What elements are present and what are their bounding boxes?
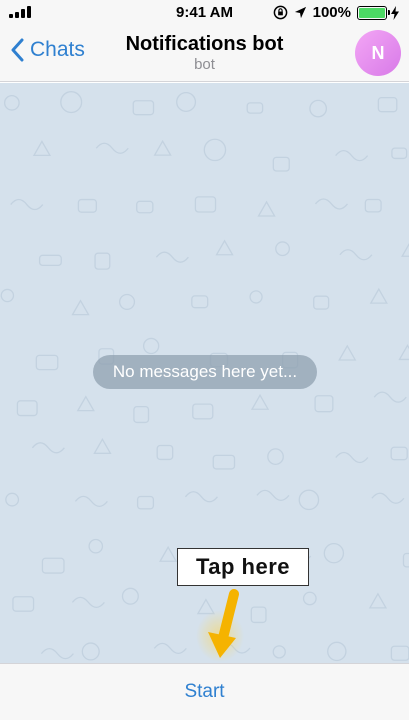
wallpaper-doodle [41, 557, 65, 574]
wallpaper-doodle [88, 538, 104, 554]
page-title: Notifications bot [125, 33, 284, 55]
rotation-lock-icon [273, 5, 287, 20]
wallpaper-doodle [31, 442, 65, 454]
wallpaper-doodle [402, 552, 409, 568]
wallpaper-doodle [184, 491, 218, 503]
wallpaper-doodle [298, 489, 320, 511]
wallpaper-doodle [391, 147, 408, 160]
empty-chat-placeholder: No messages here yet... [93, 355, 317, 389]
wallpaper-doodle [192, 403, 214, 420]
wallpaper-doodle [275, 241, 290, 257]
wallpaper-doodle [38, 254, 62, 267]
wallpaper-doodle [314, 395, 334, 413]
wallpaper-doodle [0, 288, 15, 303]
back-button[interactable]: Chats [10, 38, 85, 62]
wallpaper-doodle [267, 448, 284, 465]
nav-bar: Chats Notifications bot bot N [0, 26, 409, 82]
wallpaper-doodle [95, 142, 129, 154]
wallpaper-doodle [327, 641, 347, 662]
charging-bolt-icon [391, 5, 399, 20]
back-label: Chats [30, 38, 85, 61]
wallpaper-doodle [10, 198, 44, 211]
wallpaper-doodle [203, 138, 227, 162]
start-button[interactable]: Start [0, 664, 409, 720]
wallpaper-doodle [16, 400, 38, 417]
wallpaper-doodle [249, 290, 263, 304]
chat-header[interactable]: Notifications bot bot [80, 32, 329, 74]
wallpaper-doodle [313, 295, 330, 310]
wallpaper-doodle [118, 293, 136, 310]
wallpaper-doodle [272, 156, 290, 172]
wallpaper-doodle [74, 495, 108, 508]
wallpaper-doodle [176, 91, 197, 112]
wallpaper-doodle [40, 647, 74, 660]
wallpaper-doodle [12, 596, 35, 612]
wallpaper-doodle [272, 645, 286, 659]
page-subtitle: bot [194, 56, 215, 73]
wallpaper-doodle [32, 140, 52, 157]
wallpaper-doodle [153, 139, 172, 156]
wallpaper-doodle [390, 645, 409, 661]
wallpaper-doodle [257, 200, 276, 217]
wallpaper-doodle [3, 94, 20, 111]
wallpaper-doodle [94, 252, 111, 270]
wallpaper-doodle [335, 149, 369, 162]
wallpaper-doodle [35, 354, 59, 371]
wallpaper-doodle [77, 198, 97, 213]
tap-hint-label: Tap here [177, 548, 309, 586]
wallpaper-doodle [250, 606, 267, 624]
wallpaper-doodle [309, 99, 328, 118]
wallpaper-doodle [142, 337, 160, 355]
wallpaper-doodle [5, 492, 20, 507]
wallpaper-doodle [364, 198, 382, 213]
wallpaper-doodle [398, 344, 409, 361]
wallpaper-doodle [323, 543, 345, 564]
wallpaper-doodle [256, 489, 290, 502]
wallpaper-doodle [250, 393, 270, 410]
wallpaper-doodle [159, 545, 178, 562]
wallpaper-doodle [302, 591, 317, 606]
avatar-initial: N [371, 42, 385, 63]
wallpaper-doodle [377, 96, 398, 113]
wallpaper-doodle [314, 198, 348, 210]
wallpaper-doodle [368, 592, 388, 609]
bottom-bar: Start [0, 663, 409, 720]
wallpaper-doodle [76, 395, 95, 412]
battery-icon [357, 5, 390, 20]
wallpaper-doodle [338, 344, 357, 361]
wallpaper-doodle [136, 495, 155, 510]
wallpaper-doodle [335, 451, 369, 464]
wallpaper-doodle [156, 444, 174, 461]
wallpaper-doodle [339, 249, 373, 261]
location-arrow-icon [294, 6, 306, 19]
wallpaper-doodle [215, 239, 234, 256]
status-bar: 9:41 AM 100% [0, 0, 409, 26]
wallpaper-doodle [194, 196, 217, 213]
wallpaper-doodle [371, 492, 405, 504]
wallpaper-doodle [132, 100, 155, 116]
wallpaper-doodle [373, 391, 407, 403]
wallpaper-doodle [71, 596, 105, 609]
avatar[interactable]: N [355, 30, 401, 76]
status-icons: 100% [273, 4, 399, 21]
wallpaper-doodle [155, 251, 189, 263]
wallpaper-doodle [153, 642, 187, 655]
wallpaper-doodle [191, 295, 209, 309]
wallpaper-doodle [93, 437, 112, 454]
chevron-left-icon [11, 38, 24, 62]
battery-percent: 100% [312, 4, 351, 21]
wallpaper-doodle [81, 642, 100, 661]
wallpaper-doodle [136, 200, 154, 214]
wallpaper-doodle [71, 299, 90, 316]
wallpaper-doodle [121, 587, 139, 605]
battery-level [359, 7, 385, 18]
wallpaper-doodle [133, 405, 150, 424]
wallpaper-doodle [401, 242, 409, 257]
wallpaper-doodle [60, 91, 83, 114]
wallpaper-doodle [390, 446, 408, 461]
wallpaper-doodle [369, 287, 388, 304]
wallpaper-doodle [246, 102, 264, 114]
arrow-down-icon [196, 589, 244, 662]
wallpaper-doodle [212, 454, 236, 470]
